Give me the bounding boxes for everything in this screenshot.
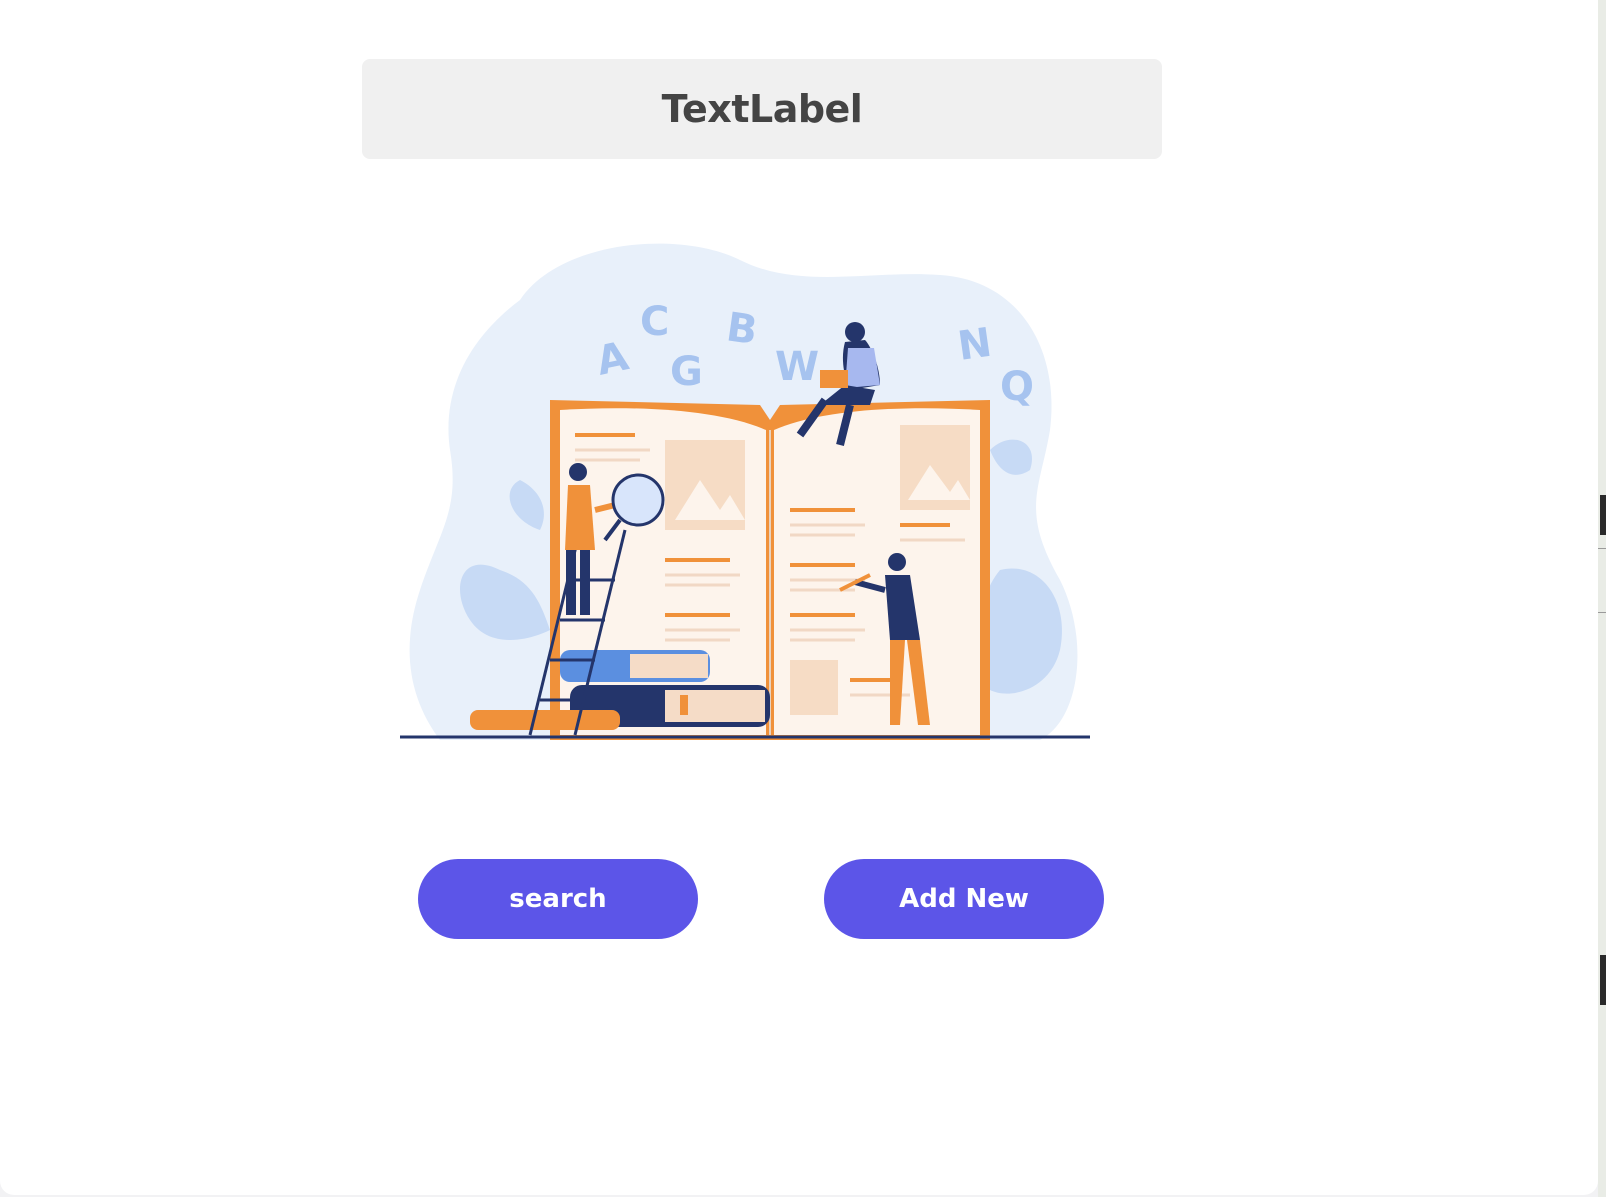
page-image-bottom <box>790 660 838 715</box>
letter-c: C <box>640 299 669 345</box>
search-button[interactable]: search <box>418 859 698 939</box>
page-title: TextLabel <box>661 87 863 131</box>
magnifier <box>611 473 665 527</box>
letter-q: Q <box>1000 364 1034 410</box>
edge-line <box>1598 612 1606 613</box>
title-label-box: TextLabel <box>362 59 1162 159</box>
edge-block <box>1600 495 1606 535</box>
laptop-icon <box>820 370 848 388</box>
reading-books-illustration: A C G B W N Q <box>400 243 1090 740</box>
add-new-button[interactable]: Add New <box>824 859 1104 939</box>
letter-n: N <box>955 320 995 370</box>
letter-w: W <box>775 344 819 390</box>
edge-block <box>1600 955 1606 1005</box>
floor-pencil <box>470 710 620 730</box>
edge-line <box>1598 548 1606 549</box>
letter-b: B <box>724 304 761 354</box>
app-window: TextLabel A C G B W N Q search Add New <box>0 0 1598 1195</box>
background-window-edge <box>1598 0 1606 1197</box>
letter-g: G <box>670 349 703 395</box>
